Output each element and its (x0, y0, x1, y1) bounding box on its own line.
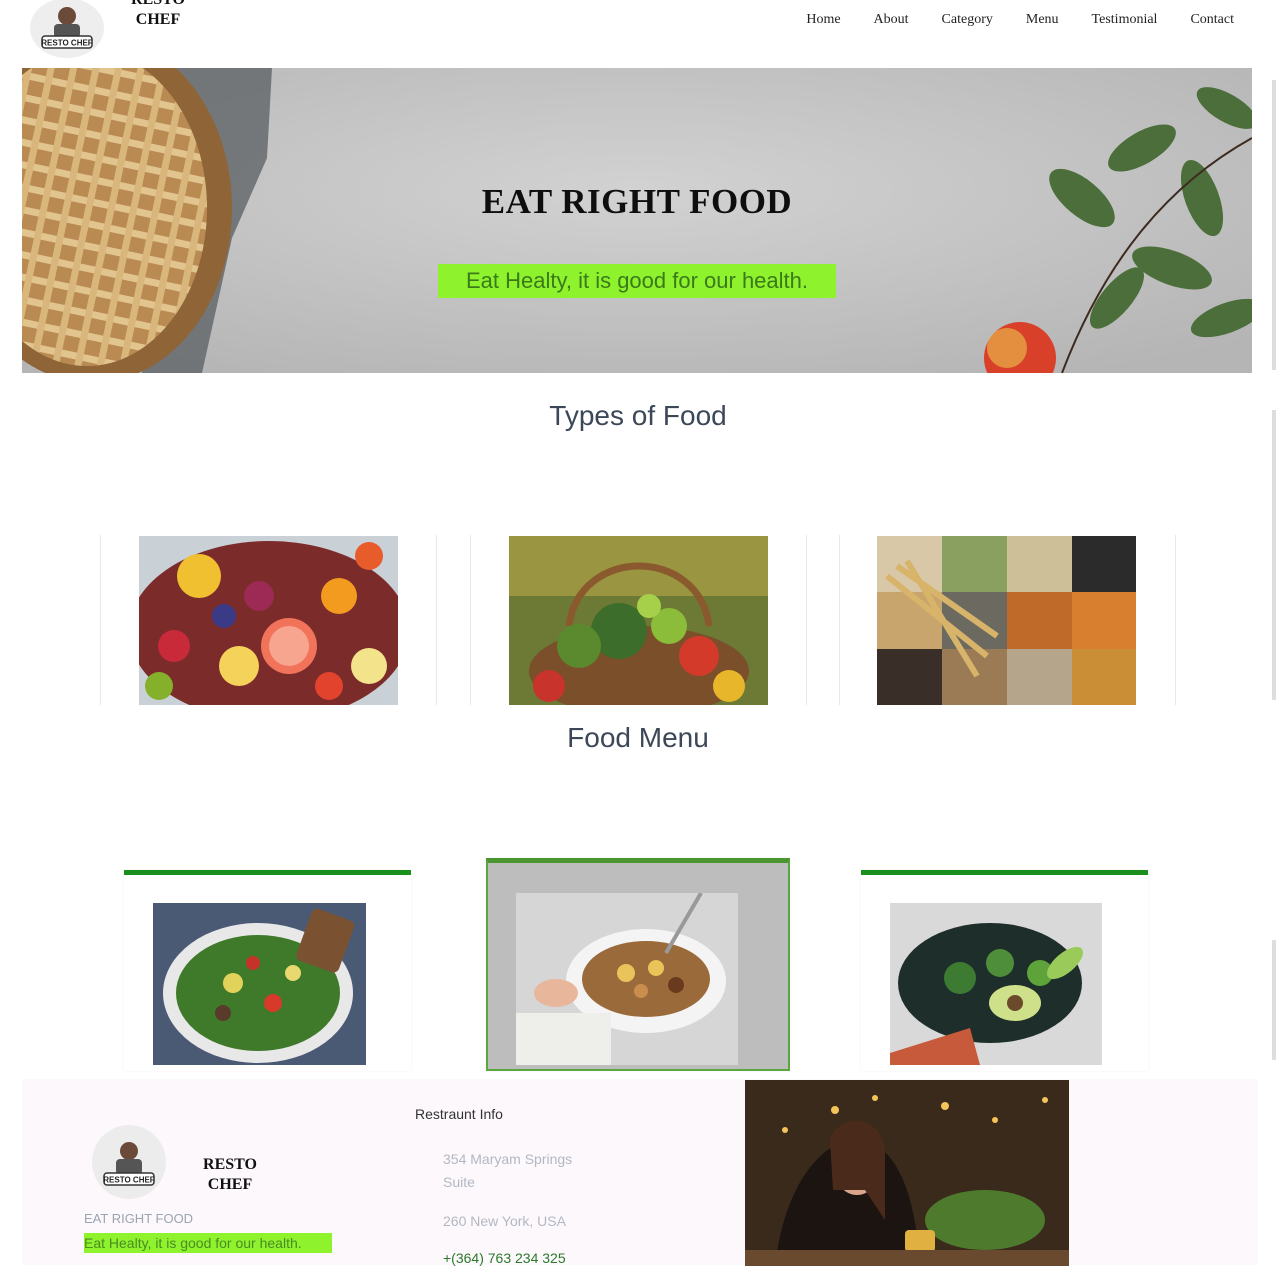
avocado-greens-image[interactable] (890, 903, 1102, 1065)
nav-home[interactable]: Home (806, 12, 840, 28)
logo[interactable]: RESTO CHEF (30, 0, 104, 58)
footer-info-title: Restraunt Info (415, 1106, 503, 1122)
main-nav: Home About Category Menu Testimonial Con… (773, 12, 1234, 28)
hero-title: EAT RIGHT FOOD (481, 182, 793, 221)
footer-brand-bottom: CHEF (207, 1176, 253, 1193)
scroll-edge (1272, 410, 1276, 700)
oatmeal-bowl-image[interactable] (516, 893, 738, 1065)
footer-address-line1: 354 Maryam Springs (443, 1151, 573, 1167)
nav-about[interactable]: About (874, 12, 909, 28)
brand-bottom: CHEF (135, 11, 181, 28)
footer-logo[interactable]: RESTO CHEF (92, 1125, 166, 1199)
brand-top: RESTO (118, 0, 198, 10)
scroll-edge (1272, 940, 1276, 1060)
fruits-image[interactable] (139, 536, 398, 705)
vegetables-basket-image[interactable] (509, 536, 768, 705)
footer-tagline: EAT RIGHT FOOD (84, 1211, 194, 1226)
nav-category[interactable]: Category (942, 12, 993, 28)
svg-text:RESTO CHEF: RESTO CHEF (41, 39, 93, 48)
footer-phone[interactable]: +(364) 763 234 325 (443, 1250, 566, 1266)
types-heading: Types of Food (549, 400, 727, 431)
footer-brand: RESTO CHEF (190, 1155, 270, 1195)
restaurant-photo (745, 1080, 1069, 1266)
footer-brand-top: RESTO (203, 1156, 257, 1173)
footer-highlight: Eat Healty, it is good for our health. (84, 1233, 332, 1253)
salad-bowl-image[interactable] (153, 903, 366, 1065)
hero-subtitle: Eat Healty, it is good for our health. (438, 264, 836, 298)
nav-menu[interactable]: Menu (1026, 12, 1059, 28)
hero-banner: EAT RIGHT FOOD Eat Healty, it is good fo… (22, 68, 1252, 373)
scroll-edge (1272, 80, 1276, 370)
svg-text:RESTO CHEF: RESTO CHEF (103, 1176, 155, 1185)
footer-address-line2: Suite (443, 1174, 475, 1190)
brand-name[interactable]: RESTO CHEF (118, 0, 198, 30)
menu-heading: Food Menu (567, 722, 709, 753)
footer-city: 260 New York, USA (443, 1213, 566, 1229)
nav-testimonial[interactable]: Testimonial (1092, 12, 1158, 28)
nav-contact[interactable]: Contact (1190, 12, 1234, 28)
grains-seeds-image[interactable] (877, 536, 1136, 705)
